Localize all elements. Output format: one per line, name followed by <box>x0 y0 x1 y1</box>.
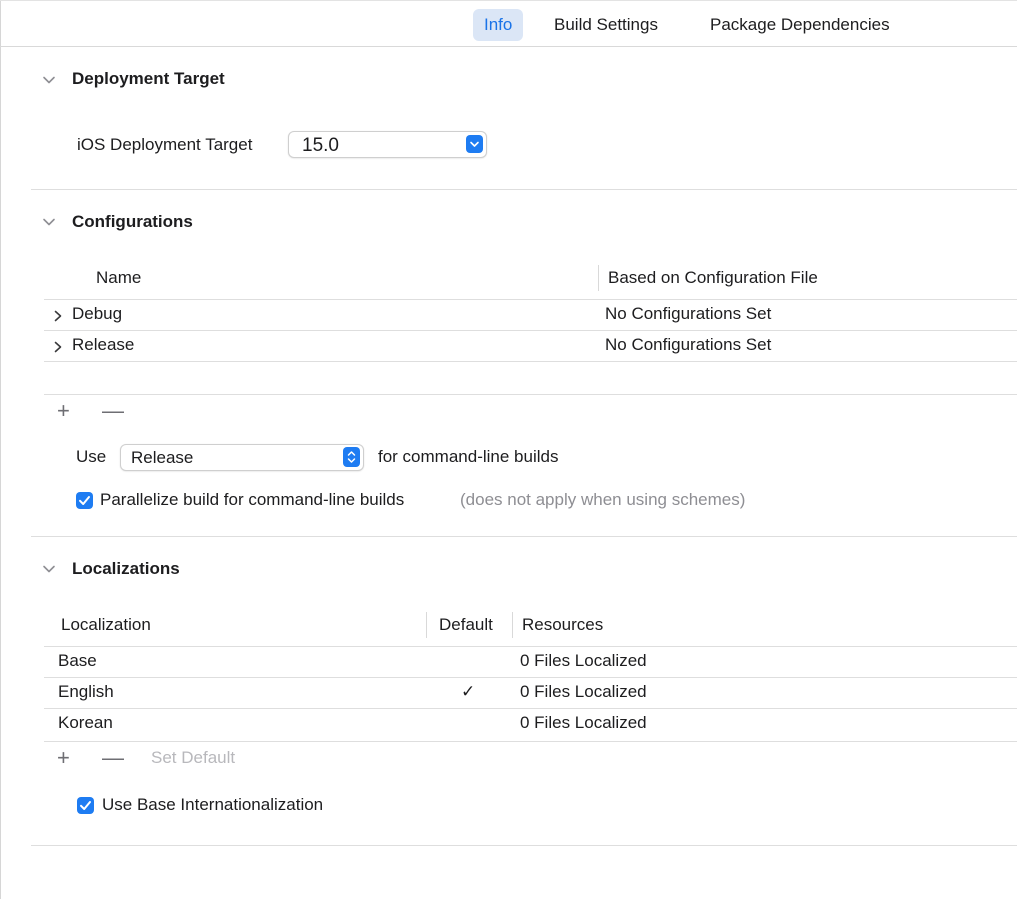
config-file: No Configurations Set <box>605 335 772 354</box>
localization-default: ✓ <box>461 682 476 701</box>
tab-package-dependencies[interactable]: Package Dependencies <box>710 9 890 41</box>
base-internationalization-label[interactable]: Use Base Internationalization <box>102 795 323 815</box>
config-name: Release <box>72 335 135 354</box>
localizations-section-title: Localizations <box>72 559 180 578</box>
parallelize-note: (does not apply when using schemes) <box>460 490 746 509</box>
section-divider <box>31 189 1017 190</box>
ios-deployment-target-value: 15.0 <box>302 135 339 156</box>
config-name: Debug <box>72 304 123 323</box>
localization-resources: 0 Files Localized <box>520 713 647 732</box>
tab-bar-divider <box>0 46 1017 47</box>
column-header-localization[interactable]: Localization <box>61 615 151 635</box>
section-divider <box>31 845 1017 846</box>
window-left-edge <box>0 0 1 899</box>
column-separator <box>426 612 427 638</box>
chevron-updown-icon <box>347 451 356 463</box>
column-header-name[interactable]: Name <box>96 268 141 288</box>
checkmark-icon <box>79 496 90 505</box>
set-default-button[interactable]: Set Default <box>151 748 235 768</box>
column-header-default[interactable]: Default <box>439 615 493 635</box>
column-header-resources[interactable]: Resources <box>522 615 603 635</box>
command-line-config-popup[interactable]: Release <box>120 444 364 471</box>
column-separator <box>512 612 513 638</box>
popup-arrow <box>343 447 360 467</box>
tab-build-settings[interactable]: Build Settings <box>554 9 658 41</box>
row-divider <box>44 361 1017 362</box>
table-header-divider <box>44 299 1017 300</box>
table-header-divider <box>44 646 1017 647</box>
localization-resources: 0 Files Localized <box>520 651 647 670</box>
use-suffix-label: for command-line builds <box>378 447 559 466</box>
chevron-down-icon[interactable] <box>42 215 56 229</box>
section-divider <box>31 536 1017 537</box>
command-line-config-value: Release <box>131 448 194 467</box>
tab-info[interactable]: Info <box>473 9 524 41</box>
localization-name: English <box>58 682 114 701</box>
row-divider <box>44 330 1017 331</box>
localization-name: Base <box>58 651 97 670</box>
remove-localization-button[interactable]: — <box>102 747 124 769</box>
ios-deployment-target-popup[interactable]: 15.0 <box>288 131 487 158</box>
parallelize-checkbox[interactable] <box>76 492 93 509</box>
column-separator <box>598 265 599 291</box>
parallelize-label[interactable]: Parallelize build for command-line build… <box>100 490 404 510</box>
row-divider <box>44 708 1017 709</box>
checkmark-icon <box>80 801 91 810</box>
table-footer-divider <box>44 741 1017 742</box>
localization-name: Korean <box>58 713 113 732</box>
deployment-section-title: Deployment Target <box>72 69 225 88</box>
window-top-edge <box>0 0 1017 1</box>
column-header-based-on[interactable]: Based on Configuration File <box>608 268 818 288</box>
popup-arrow <box>466 135 483 153</box>
use-label: Use <box>76 447 107 466</box>
chevron-right-icon[interactable] <box>52 309 64 323</box>
ios-deployment-target-label: iOS Deployment Target <box>77 135 253 154</box>
base-internationalization-checkbox[interactable] <box>77 797 94 814</box>
remove-configuration-button[interactable]: — <box>102 400 124 422</box>
chevron-down-icon[interactable] <box>42 73 56 87</box>
configurations-section-title: Configurations <box>72 212 193 231</box>
row-divider <box>44 677 1017 678</box>
table-footer-divider <box>44 394 1017 395</box>
localization-resources: 0 Files Localized <box>520 682 647 701</box>
add-configuration-button[interactable]: + <box>57 400 70 422</box>
config-file: No Configurations Set <box>605 304 772 323</box>
chevron-down-icon <box>470 141 479 147</box>
add-localization-button[interactable]: + <box>57 747 70 769</box>
chevron-right-icon[interactable] <box>52 340 64 354</box>
chevron-down-icon[interactable] <box>42 562 56 576</box>
